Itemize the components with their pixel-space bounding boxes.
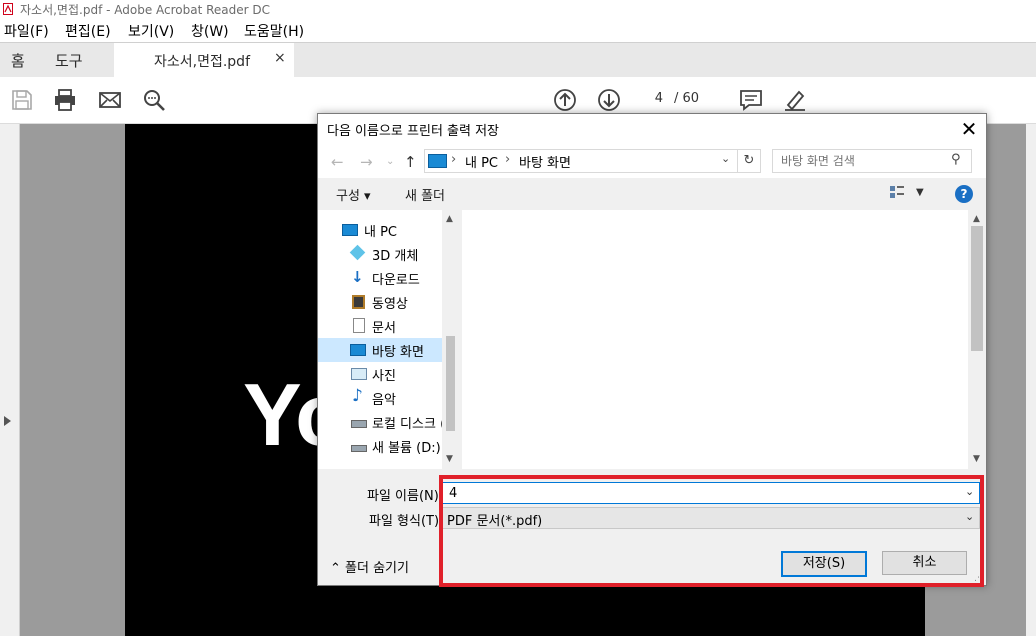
scroll-down-icon[interactable]: ▼ <box>973 454 980 464</box>
help-icon[interactable]: ? <box>955 185 973 203</box>
nav-item-label: 로컬 디스크 ( <box>372 417 442 432</box>
close-icon[interactable]: ✕ <box>956 116 982 142</box>
left-panel-toggle[interactable] <box>0 124 20 636</box>
comment-icon[interactable] <box>739 88 763 112</box>
pictures-icon <box>351 368 367 380</box>
zoom-search-icon[interactable] <box>142 88 166 112</box>
file-name-label: 파일 이름(N): <box>367 489 444 504</box>
file-list-scrollbar[interactable]: ▲ ▼ <box>968 210 986 469</box>
view-options-icon[interactable] <box>890 186 904 198</box>
page-total: / 60 <box>674 91 700 106</box>
search-field[interactable]: ⚲ <box>772 149 972 173</box>
organize-button[interactable]: 구성 ▾ <box>336 185 371 204</box>
nav-item-label: 바탕 화면 <box>372 345 424 360</box>
file-list[interactable] <box>462 210 968 469</box>
nav-item-videos[interactable]: 동영상 <box>318 290 442 314</box>
scroll-down-icon[interactable]: ▼ <box>446 454 453 464</box>
nav-item-label: 사진 <box>372 369 396 384</box>
scroll-thumb[interactable] <box>971 226 983 351</box>
menu-edit[interactable]: 편집(E) <box>65 21 111 41</box>
hide-folders-button[interactable]: ⌃ 폴더 숨기기 <box>330 557 409 576</box>
acrobat-icon <box>3 3 13 15</box>
view-dropdown-icon[interactable]: ▼ <box>916 187 924 198</box>
nav-item-label: 다운로드 <box>372 273 420 288</box>
save-icon[interactable] <box>10 88 34 112</box>
nav-item-label: 동영상 <box>372 297 408 312</box>
breadcrumb-separator: › <box>505 152 511 167</box>
refresh-icon[interactable]: ↻ <box>737 149 761 173</box>
dialog-title: 다음 이름으로 프린터 출력 저장 <box>327 124 500 139</box>
pc-icon <box>342 224 358 236</box>
document-icon <box>353 318 365 333</box>
tab-document-label: 자소서,면접.pdf <box>154 54 251 70</box>
drive-icon <box>351 445 367 452</box>
nav-item-label: 새 볼륨 (D:) <box>372 441 441 456</box>
chevron-down-icon[interactable]: ⌄ <box>721 152 730 165</box>
breadcrumb-my-pc[interactable]: 내 PC <box>465 152 498 171</box>
address-bar[interactable]: › 내 PC › 바탕 화면 ⌄ <box>424 149 738 173</box>
window-title: 자소서,면접.pdf - Adobe Acrobat Reader DC <box>20 3 271 17</box>
title-bar: 자소서,면접.pdf - Adobe Acrobat Reader DC <box>0 0 1036 18</box>
nav-item-music[interactable]: ♪ 음악 <box>318 386 442 410</box>
nav-item-local-disk[interactable]: 로컬 디스크 ( <box>318 410 442 434</box>
email-icon[interactable] <box>98 88 122 112</box>
tab-home[interactable]: 홈 <box>11 50 25 71</box>
nav-item-pictures[interactable]: 사진 <box>318 362 442 386</box>
search-icon: ⚲ <box>951 152 961 167</box>
command-bar: 구성 ▾ 새 폴더 ▼ ? <box>318 178 986 210</box>
up-arrow-icon[interactable]: ↑ <box>404 153 417 171</box>
nav-item-label: 3D 개체 <box>372 249 419 264</box>
tab-document[interactable]: 자소서,면접.pdf × <box>114 43 294 77</box>
scroll-up-icon[interactable]: ▲ <box>973 214 980 224</box>
highlight-box <box>439 475 984 587</box>
tab-tools[interactable]: 도구 <box>55 50 83 71</box>
breadcrumb-separator: › <box>451 152 457 167</box>
nav-item-my-pc[interactable]: 내 PC <box>318 218 442 242</box>
nav-item-label: 내 PC <box>364 225 398 240</box>
menu-bar: 파일(F) 편집(E) 보기(V) 창(W) 도움말(H) <box>0 18 1036 42</box>
scroll-up-icon[interactable]: ▲ <box>446 214 453 224</box>
nav-item-label: 문서 <box>372 321 396 336</box>
recent-dropdown-icon[interactable]: ⌄ <box>386 156 394 167</box>
page-up-icon[interactable] <box>553 88 577 112</box>
file-type-label: 파일 형식(T): <box>369 514 444 529</box>
right-scrollbar[interactable] <box>1026 124 1036 636</box>
dialog-title-bar: 다음 이름으로 프린터 출력 저장 ✕ <box>318 114 986 144</box>
tab-row: 홈 도구 자소서,면접.pdf × <box>0 42 1036 77</box>
search-input[interactable] <box>779 152 943 170</box>
menu-help[interactable]: 도움말(H) <box>244 21 304 41</box>
menu-window[interactable]: 창(W) <box>191 21 229 41</box>
3d-objects-icon <box>349 244 366 261</box>
video-icon <box>352 295 365 309</box>
nav-item-label: 음악 <box>372 393 396 408</box>
nav-item-volume-d[interactable]: 새 볼륨 (D:) <box>318 434 442 458</box>
menu-file[interactable]: 파일(F) <box>4 21 49 41</box>
nav-item-downloads[interactable]: ↓ 다운로드 <box>318 266 442 290</box>
download-icon: ↓ <box>351 268 364 286</box>
local-disk-icon <box>351 420 367 428</box>
breadcrumb-desktop[interactable]: 바탕 화면 <box>519 152 571 171</box>
back-arrow-icon[interactable]: ← <box>331 153 344 171</box>
nav-pane-scrollbar[interactable]: ▲ ▼ <box>442 210 460 469</box>
desktop-icon <box>350 344 366 356</box>
desktop-icon <box>428 154 447 168</box>
navigation-pane: 내 PC 3D 개체 ↓ 다운로드 동영상 문서 바탕 화면 사진 ♪ 음악 로… <box>318 210 442 469</box>
page-down-icon[interactable] <box>597 88 621 112</box>
music-icon: ♪ <box>352 386 363 406</box>
menu-view[interactable]: 보기(V) <box>128 21 174 41</box>
forward-arrow-icon[interactable]: → <box>360 153 373 171</box>
print-icon[interactable] <box>53 88 77 112</box>
new-folder-button[interactable]: 새 폴더 <box>405 185 445 204</box>
address-bar-row: ← → ⌄ ↑ › 내 PC › 바탕 화면 ⌄ ↻ ⚲ <box>318 144 986 178</box>
nav-item-documents[interactable]: 문서 <box>318 314 442 338</box>
nav-item-desktop[interactable]: 바탕 화면 <box>318 338 442 362</box>
nav-item-3d-objects[interactable]: 3D 개체 <box>318 242 442 266</box>
expand-arrow-icon[interactable] <box>4 416 11 426</box>
scroll-thumb[interactable] <box>446 336 455 431</box>
close-tab-icon[interactable]: × <box>274 50 286 66</box>
sign-icon[interactable] <box>783 88 807 112</box>
page-number-field[interactable]: 4 <box>641 91 663 106</box>
